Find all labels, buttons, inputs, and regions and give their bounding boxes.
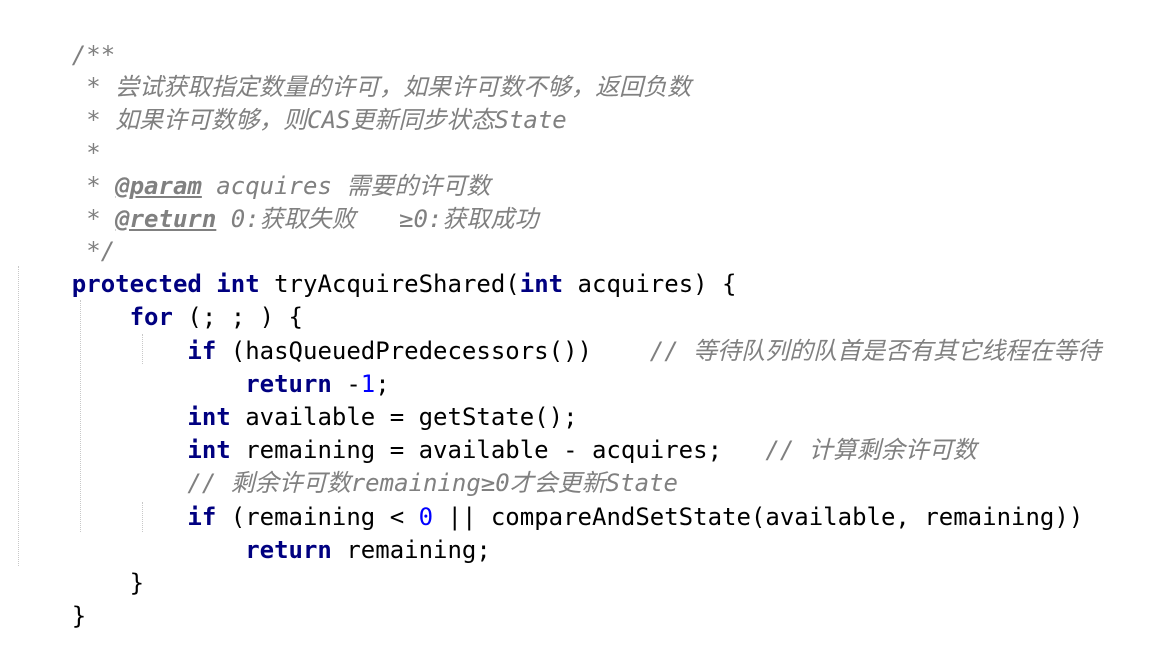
- doc-comment-text: * 如果许可数够，则CAS更新同步状态State: [71, 106, 567, 134]
- code-line: }: [14, 532, 144, 597]
- code-line: if (remaining < 0 || compareAndSetState(…: [187, 503, 1084, 531]
- inline-comment: // 等待队列的队首是否有其它线程在等待: [649, 337, 1102, 365]
- code-line: *: [14, 102, 100, 167]
- doc-return-description: 0:获取失败 ≥0:获取成功: [216, 205, 539, 233]
- inline-comment: // 计算剩余许可数: [765, 436, 977, 464]
- code-editor[interactable]: /** * 尝试获取指定数量的许可，如果许可数不够，返回负数 * 如果许可数够，…: [0, 0, 1174, 630]
- method-signature: protected int tryAcquireShared(int acqui…: [14, 233, 737, 298]
- code-line: return -1;: [245, 370, 390, 398]
- keyword: return: [245, 536, 332, 564]
- code-line: int remaining = available - acquires; //…: [187, 436, 977, 464]
- code-line: int available = getState();: [187, 403, 578, 431]
- parameter-list: acquires) {: [563, 270, 737, 298]
- code-line: * @return 0:获取失败 ≥0:获取成功: [14, 168, 538, 233]
- code-line: * 尝试获取指定数量的许可，如果许可数不够，返回负数: [14, 36, 691, 101]
- code-line: return remaining;: [245, 536, 491, 564]
- code-line: /**: [14, 4, 115, 69]
- code-line: * 如果许可数够，则CAS更新同步状态State: [14, 69, 567, 134]
- code-line: if (hasQueuedPredecessors()) // 等待队列的队首是…: [187, 337, 1102, 365]
- closing-brace: }: [71, 602, 87, 630]
- doc-tag-return: @return: [115, 205, 217, 233]
- code-line: // 剩余许可数remaining≥0才会更新State: [14, 432, 678, 497]
- keyword: int: [519, 270, 564, 298]
- code-line: for (; ; ) {: [129, 303, 303, 331]
- code-line: */: [14, 200, 115, 265]
- code-line: * @param acquires 需要的许可数: [14, 135, 490, 200]
- code-line: }: [14, 565, 86, 630]
